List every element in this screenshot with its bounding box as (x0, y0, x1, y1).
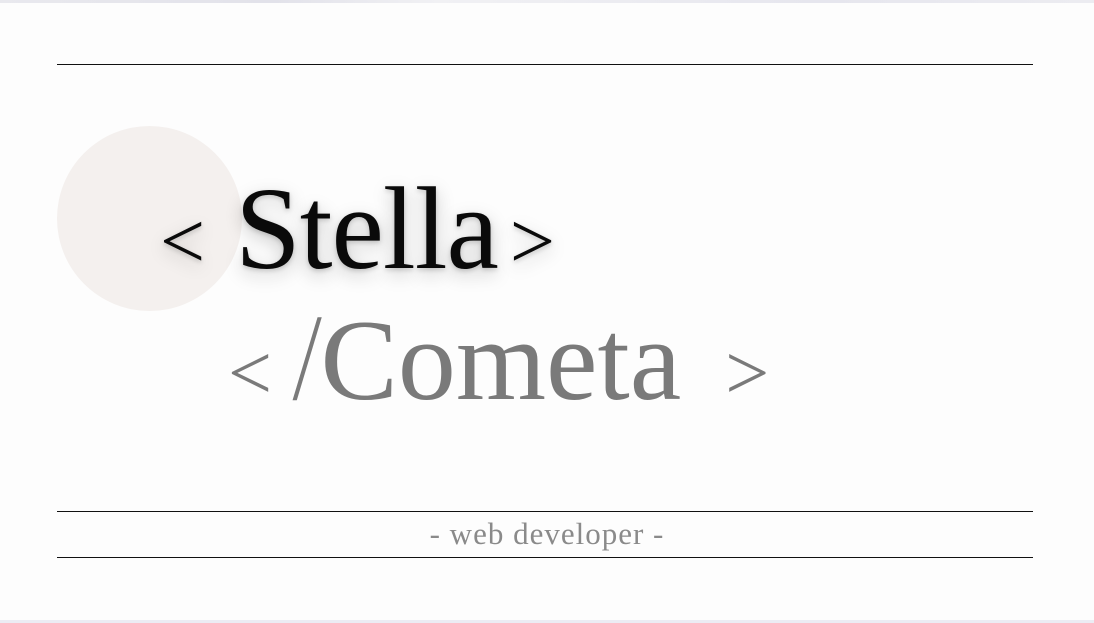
tagline-bottom-divider (57, 557, 1033, 558)
title-open-bracket: < (160, 198, 206, 286)
subtitle-close-bracket: > (725, 329, 770, 416)
tagline: - web developer - (429, 516, 665, 551)
subtitle-slash: / (291, 289, 324, 426)
title-close-bracket: > (509, 198, 555, 286)
title-name: Stella (235, 163, 499, 294)
subtitle-open-bracket: < (228, 329, 272, 416)
top-divider (57, 64, 1033, 65)
top-edge-sheen (0, 0, 1094, 3)
subtitle-name: Cometa (320, 297, 682, 425)
hero-title: < Stella > (160, 163, 555, 294)
hero-subtitle: < / Cometa > (228, 289, 770, 426)
tagline-top-divider (57, 511, 1033, 512)
